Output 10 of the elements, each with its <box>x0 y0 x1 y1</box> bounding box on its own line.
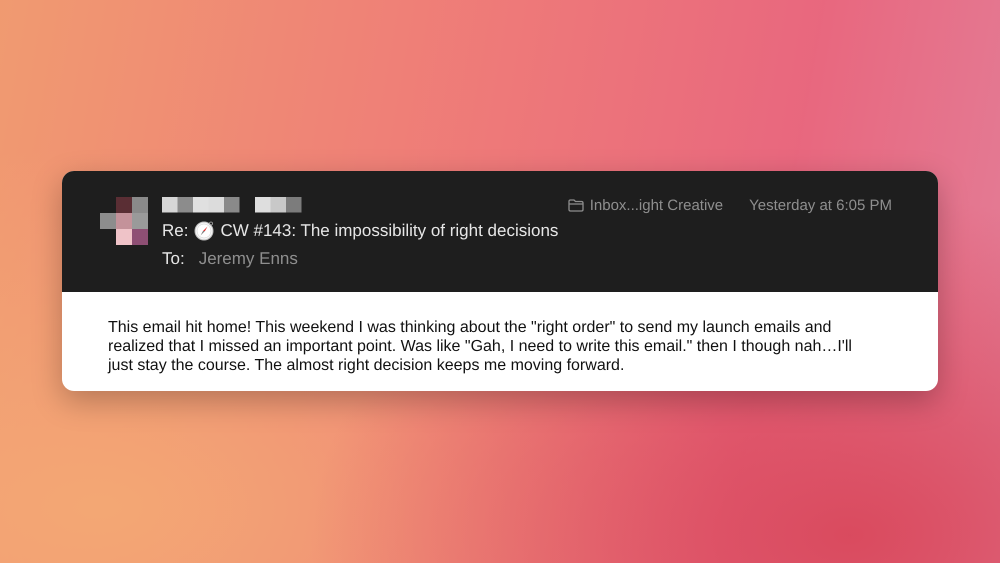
compass-icon <box>194 221 214 241</box>
email-body: This email hit home! This weekend I was thinking about the "right order" to send my launch emails and realized that I missed an important point. Was like "Gah, I need to write this email." then I though nah…I'll just stay the course. The almost right decision keeps me moving forward. <box>108 318 853 375</box>
subject-prefix: Re: <box>162 221 188 241</box>
to-label: To: <box>162 249 185 269</box>
folder-icon <box>568 198 584 212</box>
pixelated-avatar-drawing <box>100 197 148 245</box>
email-date: Yesterday at 6:05 PM <box>749 196 892 214</box>
recipient-name: Jeremy Enns <box>198 249 298 269</box>
mailbox-name: Inbox...ight Creative <box>590 196 724 214</box>
email-subject: CW #143: The impossibility of right decisions <box>220 221 558 241</box>
